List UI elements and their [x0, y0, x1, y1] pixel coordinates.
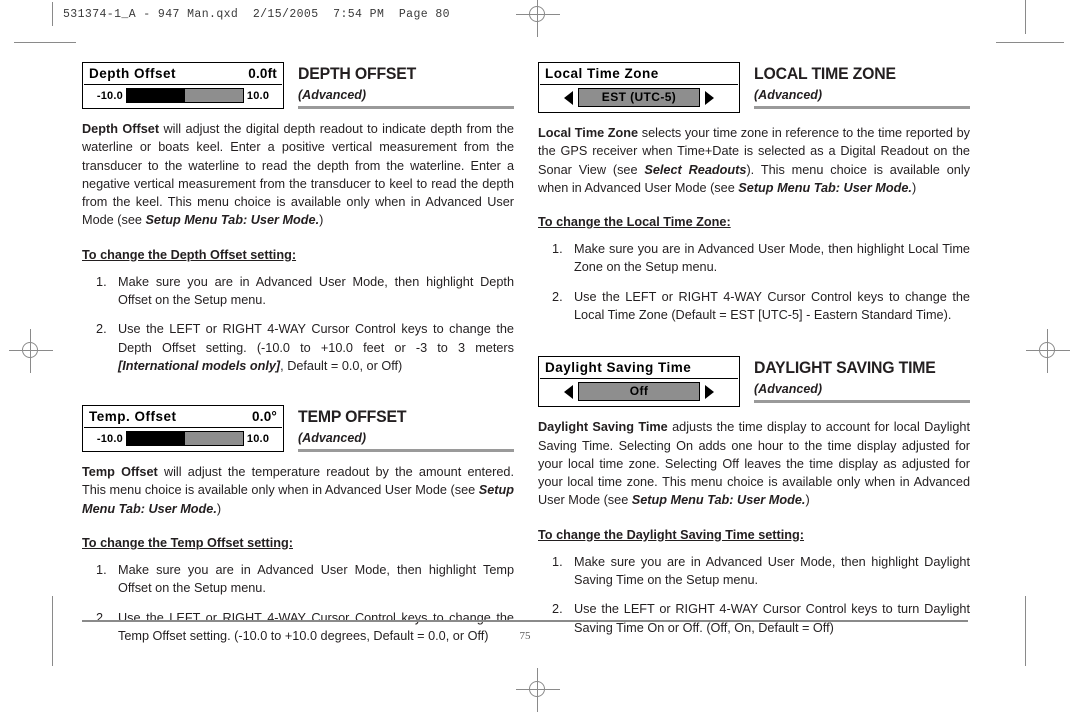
local-time-zone-description-lead: Local Time Zone	[538, 126, 639, 140]
step-emphasis: [International models only]	[118, 358, 281, 373]
list-item: Make sure you are in Advanced User Mode,…	[538, 553, 970, 590]
temp-offset-slider-track[interactable]	[125, 431, 244, 447]
footer-rule	[82, 620, 968, 622]
right-arrow-icon[interactable]	[705, 384, 714, 399]
temp-offset-subheading: (Advanced)	[298, 431, 367, 446]
temp-offset-widget-value: 0.0°	[252, 409, 277, 425]
local-time-zone-widget-label: Local Time Zone	[545, 66, 659, 81]
list-item: Use the LEFT or RIGHT 4-WAY Cursor Contr…	[82, 320, 514, 375]
local-time-zone-header-row: Local Time Zone EST (UTC-5) LOCAL TIME Z…	[538, 62, 970, 113]
local-time-zone-description-ref2: Setup Menu Tab: User Mode.	[738, 180, 912, 195]
depth-offset-widget-label: Depth Offset	[89, 66, 176, 81]
manual-page: Depth Offset 0.0ft -10.0 10.0 DEPTH OFFS…	[0, 0, 1080, 708]
depth-offset-widget-title-row: Depth Offset 0.0ft	[84, 64, 282, 85]
depth-offset-description: Depth Offset will adjust the digital dep…	[82, 120, 514, 230]
local-time-zone-description: Local Time Zone selects your time zone i…	[538, 124, 970, 197]
depth-offset-slider[interactable]: -10.0 10.0	[84, 85, 282, 107]
temp-offset-widget-label: Temp. Offset	[89, 409, 177, 425]
depth-offset-slider-fill	[126, 89, 185, 102]
daylight-saving-time-header-row: Daylight Saving Time Off DAYLIGHT SAVING…	[538, 356, 970, 408]
depth-offset-header-row: Depth Offset 0.0ft -10.0 10.0 DEPTH OFFS…	[82, 62, 514, 109]
temp-offset-procedure-title: To change the Temp Offset setting:	[82, 535, 293, 550]
depth-offset-description-lead: Depth Offset	[82, 122, 160, 136]
temp-offset-slider-max: 10.0	[246, 432, 270, 445]
temp-offset-slider-fill	[126, 432, 185, 446]
depth-offset-slider-max: 10.0	[246, 89, 270, 102]
step-text-after: , Default = 0.0, or Off)	[280, 358, 403, 373]
depth-offset-heading-block: DEPTH OFFSET (Advanced)	[298, 62, 514, 109]
daylight-saving-time-widget-label: Daylight Saving Time	[545, 360, 692, 376]
right-column: Local Time Zone EST (UTC-5) LOCAL TIME Z…	[538, 62, 970, 637]
local-time-zone-selector[interactable]: EST (UTC-5)	[540, 85, 738, 111]
left-arrow-icon[interactable]	[564, 90, 573, 105]
depth-offset-procedure-title: To change the Depth Offset setting:	[82, 247, 297, 262]
daylight-saving-time-selector[interactable]: Off	[540, 379, 738, 405]
daylight-saving-time-menu-widget[interactable]: Daylight Saving Time Off	[538, 356, 740, 408]
temp-offset-description-lead: Temp Offset	[82, 465, 158, 480]
depth-offset-menu-widget[interactable]: Depth Offset 0.0ft -10.0 10.0	[82, 62, 284, 109]
daylight-saving-time-description-ref: Setup Menu Tab: User Mode.	[631, 493, 806, 508]
daylight-saving-time-description: Daylight Saving Time adjusts the time di…	[538, 418, 970, 509]
daylight-saving-time-description-lead: Daylight Saving Time	[538, 420, 668, 435]
depth-offset-heading: DEPTH OFFSET	[298, 64, 417, 83]
local-time-zone-procedure-title: To change the Local Time Zone:	[538, 215, 731, 230]
local-time-zone-widget-title-row: Local Time Zone	[540, 64, 738, 85]
depth-offset-heading-rule	[298, 106, 514, 109]
depth-offset-widget-value: 0.0ft	[248, 66, 277, 81]
local-time-zone-description-tail: )	[911, 180, 917, 195]
step-text: Use the LEFT or RIGHT 4-WAY Cursor Contr…	[118, 322, 514, 355]
list-item: Make sure you are in Advanced User Mode,…	[538, 240, 970, 277]
left-arrow-icon[interactable]	[564, 384, 573, 399]
list-item: Use the LEFT or RIGHT 4-WAY Cursor Contr…	[538, 288, 970, 325]
page-number: 75	[519, 630, 531, 642]
depth-offset-slider-track[interactable]	[125, 88, 244, 103]
list-item: Make sure you are in Advanced User Mode,…	[82, 561, 514, 598]
daylight-saving-time-heading: DAYLIGHT SAVING TIME	[754, 358, 936, 378]
local-time-zone-steps: Make sure you are in Advanced User Mode,…	[538, 240, 970, 324]
temp-offset-slider-min: -10.0	[96, 432, 123, 445]
local-time-zone-description-ref: Select Readouts	[644, 162, 747, 177]
temp-offset-description-tail: )	[216, 501, 222, 516]
depth-offset-steps: Make sure you are in Advanced User Mode,…	[82, 273, 514, 375]
depth-offset-description-tail: )	[319, 213, 324, 228]
local-time-zone-heading: LOCAL TIME ZONE	[754, 64, 896, 83]
temp-offset-heading-block: TEMP OFFSET (Advanced)	[298, 405, 514, 452]
depth-offset-slider-min: -10.0	[96, 89, 123, 102]
daylight-saving-time-subheading: (Advanced)	[754, 382, 823, 397]
daylight-saving-time-heading-rule	[754, 400, 970, 403]
temp-offset-menu-widget[interactable]: Temp. Offset 0.0° -10.0 10.0	[82, 405, 284, 453]
daylight-saving-time-selected-value: Off	[578, 382, 700, 402]
left-column: Depth Offset 0.0ft -10.0 10.0 DEPTH OFFS…	[82, 62, 514, 645]
temp-offset-heading-rule	[298, 449, 514, 452]
temp-offset-heading: TEMP OFFSET	[298, 407, 407, 427]
daylight-saving-time-steps: Make sure you are in Advanced User Mode,…	[538, 553, 970, 637]
depth-offset-subheading: (Advanced)	[298, 88, 367, 102]
temp-offset-header-row: Temp. Offset 0.0° -10.0 10.0 TEMP OFFSET…	[82, 405, 514, 453]
local-time-zone-selected-value: EST (UTC-5)	[578, 88, 700, 107]
daylight-saving-time-widget-title-row: Daylight Saving Time	[540, 358, 738, 380]
temp-offset-description: Temp Offset will adjust the temperature …	[82, 463, 514, 518]
daylight-saving-time-procedure-title: To change the Daylight Saving Time setti…	[538, 527, 805, 542]
daylight-saving-time-heading-block: DAYLIGHT SAVING TIME (Advanced)	[754, 356, 970, 403]
daylight-saving-time-description-tail: )	[805, 493, 810, 508]
local-time-zone-subheading: (Advanced)	[754, 88, 823, 102]
local-time-zone-heading-rule	[754, 106, 970, 109]
temp-offset-slider[interactable]: -10.0 10.0	[84, 428, 282, 450]
step-text: Use the LEFT or RIGHT 4-WAY Cursor Contr…	[574, 289, 970, 322]
depth-offset-slider-remainder	[184, 89, 243, 102]
list-item: Make sure you are in Advanced User Mode,…	[82, 273, 514, 310]
step-text: Make sure you are in Advanced User Mode,…	[118, 562, 514, 596]
depth-offset-description-ref: Setup Menu Tab: User Mode.	[145, 213, 320, 228]
right-arrow-icon[interactable]	[705, 90, 714, 105]
depth-offset-description-body: will adjust the digital depth readout to…	[82, 122, 514, 228]
local-time-zone-heading-block: LOCAL TIME ZONE (Advanced)	[754, 62, 970, 109]
step-text: Make sure you are in Advanced User Mode,…	[574, 554, 970, 587]
step-text: Make sure you are in Advanced User Mode,…	[574, 242, 970, 275]
local-time-zone-menu-widget[interactable]: Local Time Zone EST (UTC-5)	[538, 62, 740, 113]
temp-offset-widget-title-row: Temp. Offset 0.0°	[84, 407, 282, 429]
temp-offset-slider-remainder	[184, 432, 243, 446]
step-text: Make sure you are in Advanced User Mode,…	[118, 274, 514, 307]
